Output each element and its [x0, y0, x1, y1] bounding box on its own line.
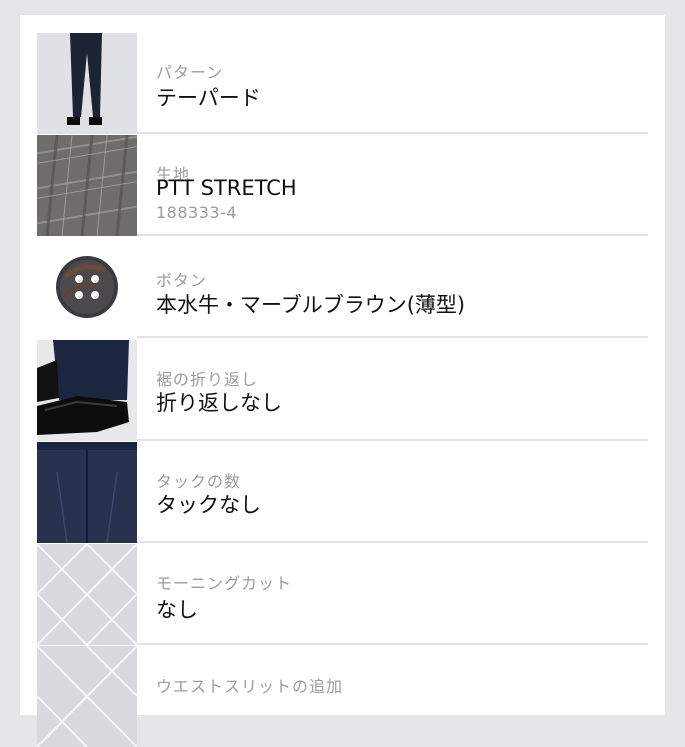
item-value: 折り返しなし: [156, 391, 282, 415]
item-label: パターン: [156, 63, 224, 82]
item-value: 本水牛・マーブルブラウン(薄型): [156, 293, 466, 317]
hem-shoe-icon: [37, 340, 137, 441]
no-tuck-trousers-icon: [37, 442, 137, 543]
spec-row-button[interactable]: ボタン 本水牛・マーブルブラウン(薄型): [37, 237, 648, 338]
spec-row-pattern[interactable]: パターン テーパード: [37, 33, 648, 134]
item-label: ウエストスリットの追加: [156, 677, 344, 696]
item-value: なし: [156, 598, 198, 622]
item-value: タックなし: [156, 493, 261, 517]
item-label: ボタン: [156, 271, 208, 290]
spec-row-fabric[interactable]: 生地 PTT STRETCH 188333-4: [37, 135, 648, 236]
item-label: モーニングカット: [156, 574, 293, 593]
spec-panel: パターン テーパード 生地 PTT STRETCH 188333-4 ボタン 本…: [20, 15, 665, 747]
spec-row-hem[interactable]: 裾の折り返し 折り返しなし: [37, 340, 648, 441]
plaid-fabric-icon: [37, 135, 137, 236]
horn-button-icon: [37, 237, 137, 338]
placeholder-pattern-icon: [37, 544, 137, 645]
tapered-pants-icon: [37, 33, 137, 134]
spec-row-tuck[interactable]: タックの数 タックなし: [37, 442, 648, 543]
spec-row-waist-slit[interactable]: ウエストスリットの追加: [37, 646, 648, 747]
fabric-code: 188333-4: [156, 203, 238, 222]
item-value: テーパード: [156, 86, 261, 110]
placeholder-pattern-icon: [37, 646, 137, 747]
spec-row-morning-cut[interactable]: モーニングカット なし: [37, 544, 648, 645]
item-value: PTT STRETCH: [156, 176, 297, 200]
